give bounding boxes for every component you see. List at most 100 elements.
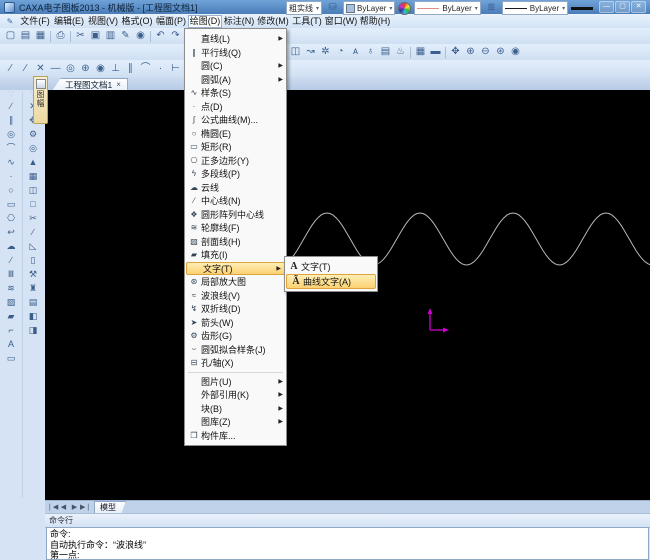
menu-item[interactable]: ⌣圆弧拟合样条(J) [185,343,286,357]
tool-icon[interactable]: ♜ [25,281,41,295]
toolbar-icon[interactable]: ✎ [118,29,133,43]
tool-icon[interactable]: ☁ [3,239,19,253]
chevron-down-icon[interactable]: ▾ [389,5,392,12]
linetype-manager-icon[interactable]: ≣ [484,1,499,15]
menubar-item[interactable]: 窗口(W) [324,15,358,28]
menu-item[interactable]: ❖圆形阵列中心线 [185,208,286,222]
toolbar-icon[interactable]: — [48,62,63,76]
tool-icon[interactable]: ▤ [25,295,41,309]
chevron-down-icon[interactable]: ▾ [316,5,319,12]
menu-item[interactable]: 块(B)▶ [185,402,286,416]
drawing-canvas[interactable] [45,90,650,500]
menu-item[interactable]: ϟ多段线(P) [185,167,286,181]
toolbar-icon[interactable]: ⊛ [493,45,508,59]
toolbar-icon[interactable]: ∕ [18,62,33,76]
lineweight-combo[interactable]: ByLayer▾ [502,1,568,15]
toolbar-icon[interactable]: ◔ [333,45,348,59]
toolbar-icon[interactable]: ↶ [153,29,168,43]
tool-icon[interactable]: Ⅲ [3,267,19,281]
menubar-item[interactable]: 工具(T) [290,15,324,28]
sheet-nav-icon[interactable]: ◀ [58,502,69,514]
tool-icon[interactable]: ▲ [25,155,41,169]
menu-item[interactable]: 文字(T)▶ [186,262,285,276]
toolbar-icon[interactable]: ↷ [168,29,183,43]
tool-icon[interactable]: ◫ [25,183,41,197]
tool-icon[interactable]: ▰ [3,309,19,323]
tool-icon[interactable]: ◺ [25,239,41,253]
toolbar-icon[interactable]: ▣ [88,29,103,43]
menu-item[interactable]: ⊟孔/轴(X) [185,356,286,370]
tool-icon[interactable]: A [3,337,19,351]
menu-item[interactable]: ∿样条(S) [185,86,286,100]
chevron-down-icon[interactable]: ▾ [562,5,565,12]
tool-icon[interactable]: ⚙ [25,127,41,141]
tool-icon[interactable]: ∕ [25,225,41,239]
menu-item[interactable]: ▭矩形(R) [185,140,286,154]
toolbar-icon[interactable]: ↝ [303,45,318,59]
minimize-icon[interactable]: — [599,1,614,13]
toolbar-icon[interactable]: ⊥ [108,62,123,76]
menubar-item[interactable]: 修改(M) [256,15,290,28]
toolbar-icon[interactable]: ⊕ [463,45,478,59]
sheet-palette-tab[interactable]: 图幅 [33,76,48,124]
tool-icon[interactable]: ↩ [3,225,19,239]
toolbar-icon[interactable]: ◫ [288,45,303,59]
menubar-item[interactable]: 幅面(P) [154,15,188,28]
tool-icon[interactable]: ▯ [25,253,41,267]
tool-icon[interactable]: □ [25,197,41,211]
tool-icon[interactable]: ◨ [25,323,41,337]
toolbar-icon[interactable]: ◉ [93,62,108,76]
menu-item[interactable]: ❒构件库... [185,429,286,443]
menubar-app-icon[interactable]: ✎ [2,17,18,26]
toolbar-icon[interactable]: ✲ [318,45,333,59]
toolbar-icon[interactable]: ♁ [363,45,378,59]
menu-item[interactable]: ▰填充(I) [185,248,286,262]
toolbar-icon[interactable]: ᴀ [348,45,363,59]
menu-item[interactable]: ⊛局部放大图 [185,275,286,289]
tool-icon[interactable]: ⌒ [3,141,19,155]
tool-icon[interactable]: ◧ [25,309,41,323]
toolbar-icon[interactable]: ▤ [378,45,393,59]
menu-item[interactable]: ·点(D) [185,100,286,114]
menu-item[interactable]: ➤箭头(W) [185,316,286,330]
toolbar-icon[interactable]: ✕ [33,62,48,76]
color-wheel-icon[interactable] [398,2,411,15]
tool-icon[interactable]: · [3,169,19,183]
toolbar-icon[interactable]: ▥ [103,29,118,43]
menu-item[interactable]: 图库(Z)▶ [185,415,286,429]
menu-item[interactable]: 图片(U)▶ [185,375,286,389]
sheet-nav-icon[interactable]: ❘◀ [47,502,58,514]
tool-icon[interactable]: ⎔ [3,211,19,225]
menu-item[interactable]: ⎔正多边形(Y) [185,154,286,168]
tool-icon[interactable]: ⌐ [3,323,19,337]
toolbar-icon[interactable]: ▤ [18,29,33,43]
menu-item[interactable]: ≈波浪线(V) [185,289,286,303]
tool-icon[interactable]: ✂ [25,211,41,225]
menu-item[interactable]: 圆(C)▶ [185,59,286,73]
toolbar-icon[interactable]: ⊕ [78,62,93,76]
toolbar-icon[interactable]: ▦ [33,29,48,43]
menu-item[interactable]: 外部引用(K)▶ [185,388,286,402]
toolbar-icon[interactable]: ◉ [508,45,523,59]
menubar-item[interactable]: 帮助(H) [358,15,392,28]
menu-item[interactable]: ⚙齿形(G) [185,329,286,343]
tool-icon[interactable]: ∕ [3,253,19,267]
menu-item[interactable]: ☁云线 [185,181,286,195]
tool-icon[interactable]: ∥ [3,113,19,127]
menubar-item[interactable]: 格式(O) [120,15,154,28]
toolbar-icon[interactable]: ◎ [63,62,78,76]
toolbar-icon[interactable]: ⎙ [53,29,68,43]
close-icon[interactable]: ✕ [631,1,646,13]
toolbar-icon[interactable]: ⌒ [138,62,153,76]
chevron-down-icon[interactable]: ▾ [475,5,478,12]
toolbar-icon[interactable]: ⊖ [478,45,493,59]
layer-icon[interactable]: ⛁ [325,1,340,15]
tool-icon[interactable]: ≋ [3,281,19,295]
toolbar-icon[interactable]: ◉ [133,29,148,43]
tool-icon[interactable]: ▨ [3,295,19,309]
menubar-item[interactable]: 标注(N) [222,15,256,28]
menu-item[interactable]: 直线(L)▶ [185,32,286,46]
menu-item[interactable]: ∕中心线(N) [185,194,286,208]
tool-icon[interactable]: ▭ [3,351,19,365]
menu-item[interactable]: 圆弧(A)▶ [185,73,286,87]
